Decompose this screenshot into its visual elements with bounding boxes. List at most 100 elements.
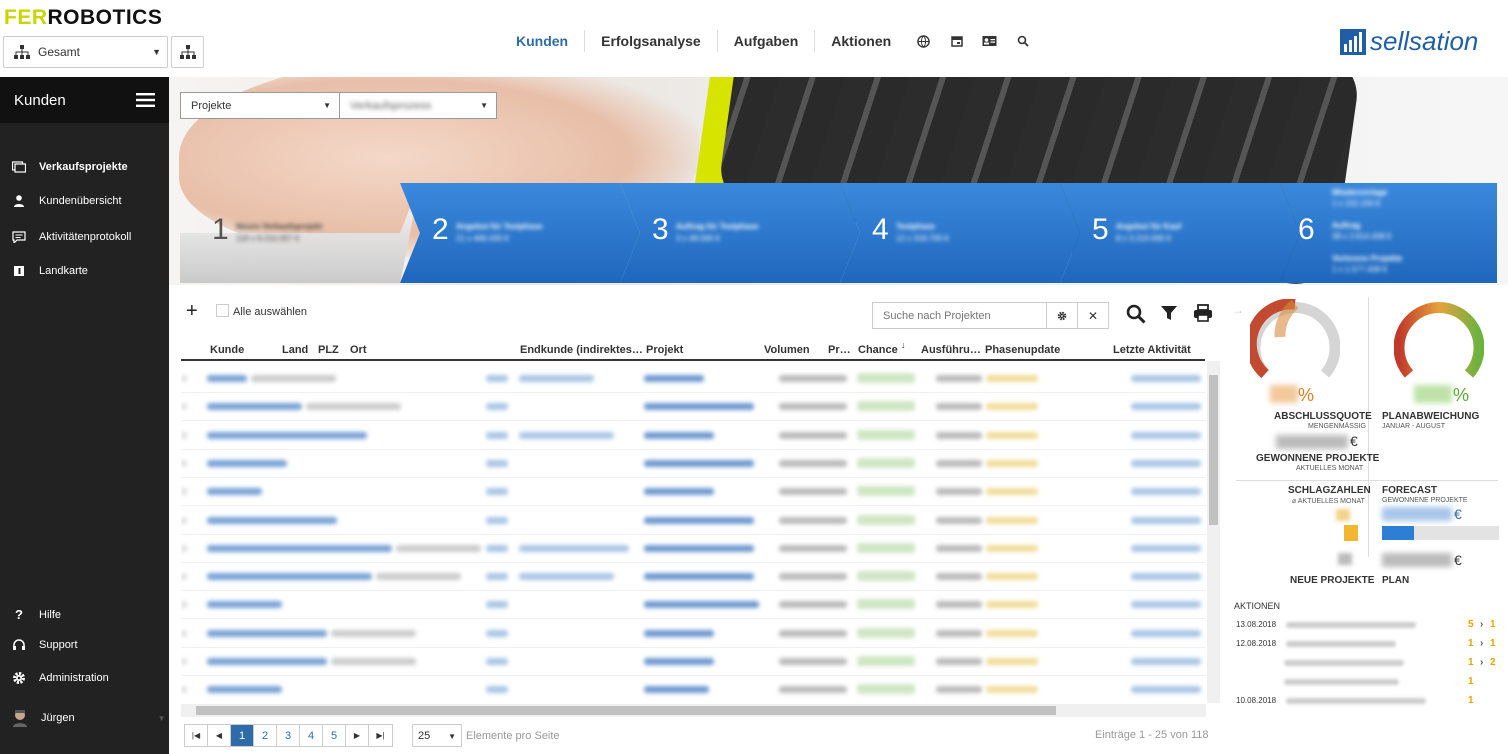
sidebar-item-verkaufsprojekte[interactable]: Verkaufsprojekte — [12, 161, 128, 173]
col-prio[interactable]: Pr… — [828, 344, 851, 356]
nav-kunden[interactable]: Kunden — [500, 30, 586, 52]
map-icon — [14, 266, 24, 276]
phase-6[interactable]: 6 Wiedervorlage 1 x 152.150 € Auftrag 38 x … — [1280, 183, 1497, 283]
last-page-button[interactable]: ▶| — [369, 725, 392, 746]
globe-icon[interactable] — [907, 34, 940, 48]
table-row[interactable] — [181, 648, 1206, 676]
nav-aufgaben[interactable]: Aufgaben — [718, 30, 816, 52]
clear-search-button[interactable]: ✕ — [1077, 303, 1108, 328]
organization-select[interactable]: Gesamt ▼ — [3, 36, 168, 68]
col-kunde[interactable]: Kunde — [210, 344, 244, 356]
sidebar-header: Kunden — [0, 77, 169, 123]
sidebar-item-hilfe[interactable]: ? Hilfe — [12, 607, 61, 622]
table-row[interactable] — [181, 507, 1206, 535]
sidebar-user[interactable]: Jürgen ▼ — [12, 709, 166, 727]
chevron-right-icon: › — [1480, 619, 1484, 630]
neue-projekte-label: NEUE PROJEKTE — [1290, 575, 1375, 586]
hamburger-menu-icon[interactable] — [136, 93, 155, 107]
phase-3[interactable]: 3 Auftrag für Testphase 3 x 48.000 € — [620, 183, 840, 283]
gear-icon — [13, 672, 25, 684]
add-project-button[interactable]: + — [186, 300, 198, 323]
action-text[interactable] — [1284, 679, 1399, 685]
table-row[interactable] — [181, 591, 1206, 620]
forecast-progress — [1382, 526, 1499, 540]
table-row[interactable] — [181, 450, 1206, 478]
col-phasenupdate[interactable]: Phasenupdate — [985, 344, 1060, 356]
print-icon[interactable] — [1193, 304, 1215, 326]
org-tree-button[interactable] — [171, 36, 204, 68]
action-text[interactable] — [1286, 698, 1426, 704]
table-row[interactable] — [181, 393, 1206, 422]
filter-icon[interactable] — [1160, 304, 1182, 326]
table-row[interactable] — [181, 620, 1206, 648]
gewonnene-currency: € — [1350, 433, 1358, 449]
table-row[interactable] — [181, 676, 1206, 703]
sidebar-item-administration[interactable]: Administration — [12, 671, 109, 685]
select-all-checkbox[interactable] — [216, 304, 229, 317]
col-ausfuehrung[interactable]: Ausführu… — [921, 344, 981, 356]
search-settings-button[interactable] — [1046, 303, 1077, 328]
nav-erfolgsanalyse[interactable]: Erfolgsanalyse — [585, 30, 718, 52]
action-count: 1 — [1468, 695, 1474, 706]
action-date: 12.08.2018 — [1236, 639, 1277, 648]
col-endkunde[interactable]: Endkunde (indirektes… — [520, 344, 643, 356]
first-page-button[interactable]: |◀ — [185, 725, 208, 746]
phase-5[interactable]: 5 Angebot für Kauf 8 x 3.210.000 € — [1060, 183, 1280, 283]
page-5[interactable]: 5 — [323, 725, 346, 746]
table-row[interactable] — [181, 478, 1206, 507]
search-input[interactable] — [873, 303, 1046, 328]
sellsation-logo[interactable]: sellsation — [1340, 26, 1478, 57]
arrow-right-icon[interactable]: → — [1232, 303, 1244, 317]
page-2[interactable]: 2 — [254, 725, 277, 746]
sidebar-item-support[interactable]: Support — [12, 639, 78, 651]
kpi-panel: → % ABSCHLUSSQUOTE MENGENMÄSSIG € GEWONN… — [1222, 285, 1508, 754]
search-icon[interactable] — [1126, 304, 1148, 326]
action-text[interactable] — [1286, 641, 1396, 647]
col-ort[interactable]: Ort — [350, 344, 367, 356]
table-row[interactable] — [181, 563, 1206, 592]
per-page-label: Elemente pro Seite — [466, 730, 560, 742]
calendar-icon[interactable] — [940, 35, 973, 47]
col-letzte-aktivitaet[interactable]: Letzte Aktivität — [1113, 344, 1191, 356]
sidebar-item-kundenuebersicht[interactable]: Kundenübersicht — [12, 195, 122, 207]
phase-2[interactable]: 2 Angebot für Testphase 21 x 466.430 € — [400, 183, 620, 283]
abschlussquote-sub: MENGENMÄSSIG — [1308, 423, 1366, 430]
sidebar-item-aktivitaetenprotokoll[interactable]: Aktivitätenprotokoll — [12, 231, 131, 243]
nav-aktionen[interactable]: Aktionen — [815, 30, 907, 52]
ferrobotics-logo[interactable]: FERROBOTICS — [4, 6, 162, 30]
per-page-select[interactable]: 25 ▼ — [412, 724, 462, 747]
action-text[interactable] — [1286, 622, 1416, 628]
contact-card-icon[interactable] — [973, 35, 1006, 47]
next-page-button[interactable]: ▶ — [346, 725, 369, 746]
page-4[interactable]: 4 — [300, 725, 323, 746]
horizontal-scrollbar[interactable] — [181, 704, 1206, 717]
process-select[interactable]: Verkaufsprozess ▼ — [339, 92, 497, 119]
org-tree-icon — [179, 45, 196, 59]
col-chance[interactable]: Chance — [858, 344, 898, 356]
phase-1[interactable]: 1 Neues Verkaufsprojekt 118 x 8.210.057 € — [180, 183, 400, 283]
chevron-down-icon: ▼ — [448, 732, 456, 741]
table-row[interactable] — [181, 535, 1206, 563]
prev-page-button[interactable]: ◀ — [208, 725, 231, 746]
search-icon[interactable] — [1006, 35, 1039, 47]
col-projekt[interactable]: Projekt — [646, 344, 683, 356]
headset-icon — [13, 639, 25, 650]
col-volumen[interactable]: Volumen — [764, 344, 810, 356]
col-land[interactable]: Land — [282, 344, 308, 356]
org-tree-icon — [14, 45, 30, 59]
phase-4[interactable]: 4 Testphase 12 x 318.700 € — [840, 183, 1060, 283]
page-1[interactable]: 1 — [231, 725, 254, 746]
col-plz[interactable]: PLZ — [318, 344, 339, 356]
action-text[interactable] — [1284, 660, 1404, 666]
planabweichung-sub: JANUAR - AUGUST — [1382, 423, 1446, 430]
sidebar-item-landkarte[interactable]: Landkarte — [12, 265, 88, 277]
action-count: 1 — [1468, 657, 1474, 668]
project-type-select[interactable]: Projekte ▼ — [180, 92, 340, 119]
page-3[interactable]: 3 — [277, 725, 300, 746]
hero-banner: Projekte ▼ Verkaufsprozess ▼ 1 Neues Ver… — [169, 77, 1508, 285]
vertical-scrollbar[interactable] — [1207, 361, 1220, 703]
table-row[interactable] — [181, 422, 1206, 450]
action-count: 1 — [1468, 676, 1474, 687]
forecast-sub: GEWONNENE PROJEKTE — [1382, 497, 1468, 504]
table-row[interactable] — [181, 365, 1206, 393]
